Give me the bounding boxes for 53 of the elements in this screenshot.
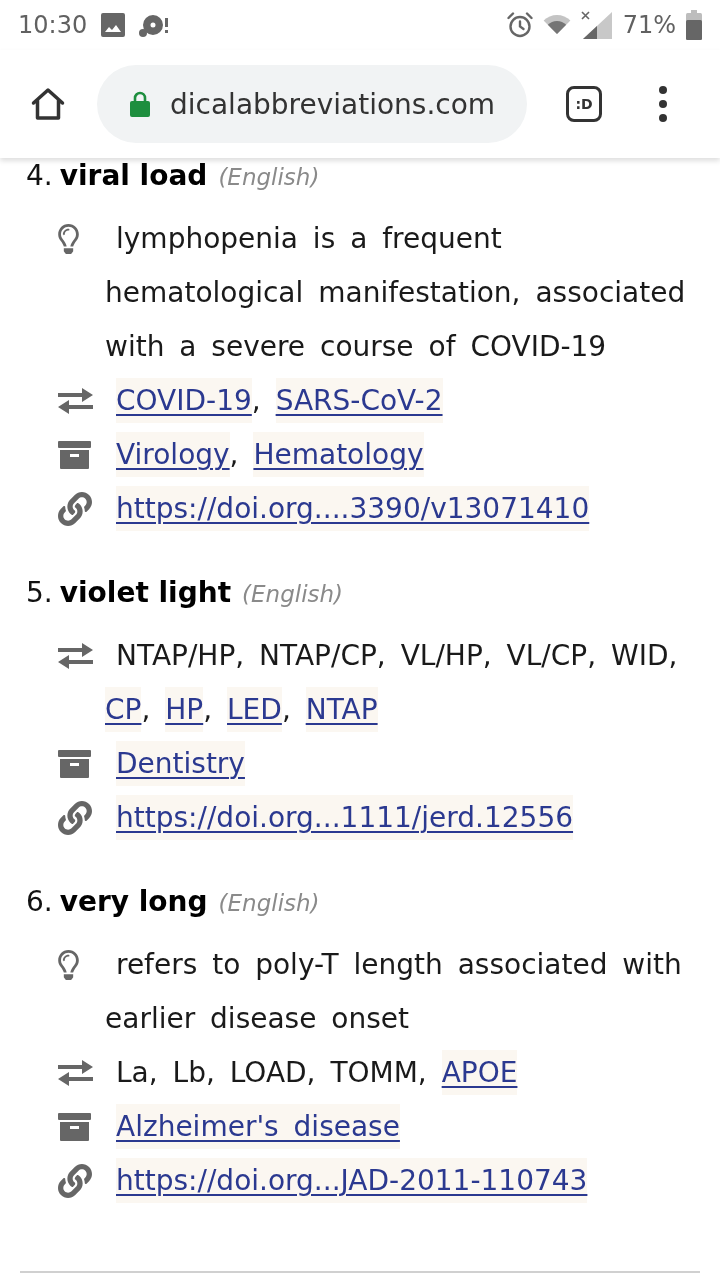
alarm-icon [506,12,533,38]
category-link[interactable]: Virology [116,432,230,477]
link-icon [58,1164,92,1198]
language-label: (English) [242,580,344,609]
source-link[interactable]: https://doi.org...JAD-2011-110743 [116,1158,588,1203]
synonym-link[interactable]: LED [227,687,282,732]
archive-box-icon [58,750,91,778]
note-text: lymphopenia is a frequent hematological manifestation, associated with a severe course of COVID-19 [105,221,687,365]
link-icon [58,801,92,835]
tab-switcher-button[interactable]: :D [566,86,602,122]
archive-box-icon [58,441,91,469]
entry-term: very long [59,884,208,920]
entry-term: viral load [59,158,208,194]
entry-number: 6. [26,884,53,920]
synonym-link[interactable]: SARS-CoV-2 [275,378,443,423]
wifi-icon [542,15,571,35]
battery-icon [686,10,702,40]
archive-box-icon [58,1113,91,1141]
synonym-link[interactable]: HP [165,687,204,732]
battery-percentage: 71% [622,10,676,40]
entry-term: violet light [59,575,232,611]
disc-alert-icon [139,13,169,37]
synonyms-text: COVID-19, SARS-CoV-2 [105,374,709,428]
synonym-link[interactable]: COVID-19 [116,378,252,423]
category-link[interactable]: Dentistry [116,741,245,786]
lock-icon [130,91,150,117]
cell-signal-icon [580,11,613,39]
exchange-arrows-icon [58,643,93,669]
entry-number: 5. [26,575,53,611]
source-link[interactable]: https://doi.org....3390/v13071410 [116,486,590,531]
status-time: 10:30 [18,10,88,40]
address-bar[interactable]: dicalabbreviations.com [97,65,527,143]
image-icon [101,13,126,37]
synonym-link[interactable]: CP [105,687,142,732]
source-link[interactable]: https://doi.org...1111/jerd.12556 [116,795,574,840]
lightbulb-icon [58,224,79,254]
link-icon [58,492,92,526]
category-link[interactable]: Alzheimer's disease [116,1104,400,1149]
synonyms-text: NTAP/HP, NTAP/CP, VL/HP, VL/CP, WID, CP, HP, LED, NTAP [105,629,709,737]
synonyms-text: La, Lb, LOAD, TOMM, APOE [105,1046,709,1100]
exchange-arrows-icon [58,1060,93,1086]
language-label: (English) [218,889,320,918]
categories-text: Virology, Hematology [105,428,709,482]
entry-number: 4. [26,158,53,194]
category-link[interactable]: Hematology [253,432,424,477]
home-icon[interactable] [30,86,66,122]
menu-icon[interactable] [659,86,667,122]
synonym-link[interactable]: NTAP [305,687,378,732]
exchange-arrows-icon [58,388,93,414]
synonym-link[interactable]: APOE [441,1050,518,1095]
language-label: (English) [218,163,320,192]
lightbulb-icon [58,950,79,980]
note-text: refers to poly-T length associated with earlier disease onset [105,947,683,1037]
